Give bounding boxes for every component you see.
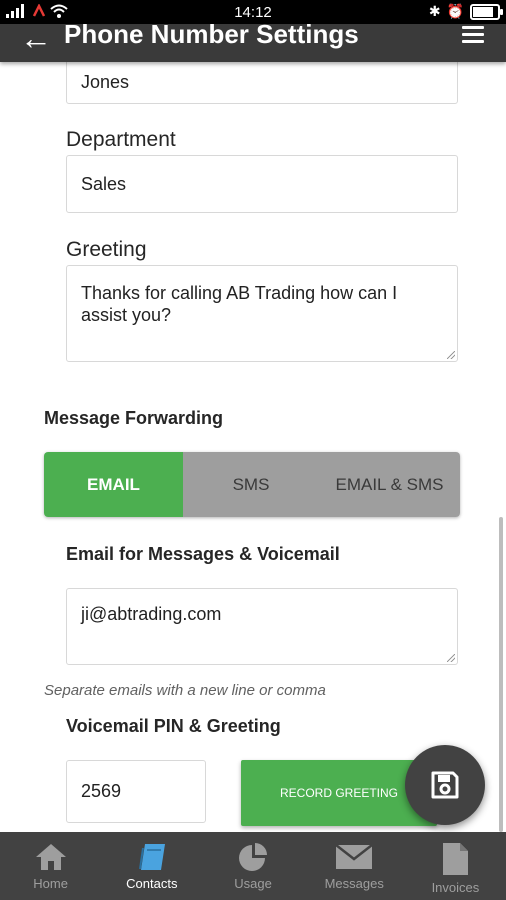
nav-item-usage[interactable]: Usage <box>202 832 303 900</box>
department-value: Sales <box>81 173 127 194</box>
nav-label-usage: Usage <box>234 876 272 891</box>
settings-form[interactable]: Jones Department Sales Greeting Thanks f… <box>0 62 506 832</box>
home-icon <box>35 844 66 870</box>
voicemail-label: Voicemail PIN & Greeting <box>66 716 281 736</box>
nav-label-invoices: Invoices <box>431 880 480 895</box>
greeting-textarea[interactable]: Thanks for calling AB Trading how can I … <box>66 265 458 362</box>
save-icon <box>431 771 459 799</box>
nav-item-home[interactable]: Home <box>0 832 101 900</box>
pin-value: 2569 <box>81 781 122 801</box>
battery-icon <box>470 3 503 20</box>
email-messages-label: Email for Messages & Voicemail <box>66 544 340 564</box>
email-value: ji@abtrading.com <box>81 604 222 624</box>
envelope-icon <box>335 844 373 869</box>
greeting-value: Thanks for calling AB Trading how can I … <box>81 283 398 325</box>
alarm-icon: ⏰ <box>446 3 464 19</box>
pie-chart-icon <box>239 843 267 871</box>
forwarding-option-email-sms[interactable]: EMAIL & SMS <box>319 452 460 517</box>
nav-label-home: Home <box>33 876 68 891</box>
last-name-field[interactable]: Jones <box>66 62 458 104</box>
bluetooth-icon: ✱ <box>428 3 441 19</box>
last-name-value: Jones <box>81 71 130 92</box>
department-label: Department <box>66 128 176 151</box>
status-bar: 14:12 ✱ ⏰ <box>0 0 506 24</box>
save-fab[interactable] <box>405 745 485 825</box>
resize-handle-icon[interactable] <box>447 351 455 359</box>
forwarding-option-email[interactable]: EMAIL <box>44 452 183 517</box>
status-icons: ✱ ⏰ <box>428 3 503 20</box>
document-icon <box>443 843 469 875</box>
nav-label-contacts: Contacts <box>126 876 178 891</box>
forwarding-segmented-control: EMAIL SMS EMAIL & SMS <box>44 452 460 517</box>
app-bar: ← Phone Number Settings <box>0 24 506 62</box>
nav-label-messages: Messages <box>324 876 384 891</box>
voicemail-pin-field[interactable]: 2569 <box>66 760 206 823</box>
hamburger-menu-icon[interactable] <box>462 26 484 43</box>
book-icon <box>138 844 165 870</box>
email-help-text: Separate emails with a new line or comma <box>44 682 326 699</box>
department-field[interactable]: Sales <box>66 155 458 213</box>
resize-handle-icon[interactable] <box>447 654 455 662</box>
email-textarea[interactable]: ji@abtrading.com <box>66 588 458 665</box>
forwarding-option-sms[interactable]: SMS <box>183 452 319 517</box>
nav-item-messages[interactable]: Messages <box>304 832 405 900</box>
bottom-navigation: Home Contacts Usage Messages Invoices <box>0 832 506 900</box>
scrollbar[interactable] <box>499 517 503 832</box>
page-title: Phone Number Settings <box>64 24 359 49</box>
message-forwarding-title: Message Forwarding <box>44 408 224 428</box>
back-arrow-icon[interactable]: ← <box>20 24 52 58</box>
nav-item-contacts[interactable]: Contacts <box>101 832 202 900</box>
greeting-label: Greeting <box>66 238 147 261</box>
nav-item-invoices[interactable]: Invoices <box>405 832 506 900</box>
